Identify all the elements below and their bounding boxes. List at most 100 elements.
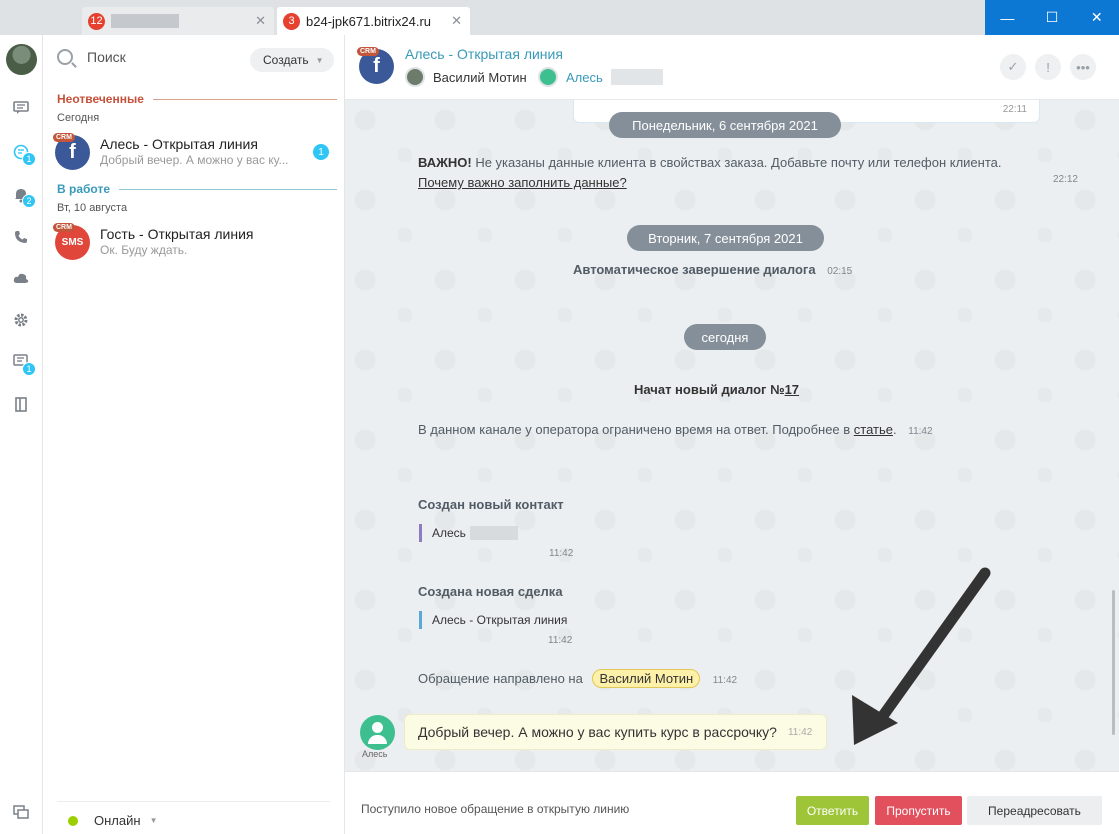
title-bar: 12 ✕ 3 b24-jpk671.bitrix24.ru ✕ — ☐ ✕ — [0, 0, 1119, 35]
client-user[interactable]: Алесь — [538, 66, 663, 88]
date-group-label: Сегодня — [57, 112, 100, 124]
cloud-disk-icon[interactable] — [12, 269, 30, 287]
list-item-name: Гость - Открытая линия — [100, 226, 254, 242]
auto-close-message: Автоматическое завершение диалога 02:15 — [573, 260, 852, 282]
message-time: 11:42 — [787, 726, 813, 738]
operator-mention[interactable]: Василий Мотин — [592, 669, 701, 688]
status-selector[interactable]: Онлайн ▼ — [57, 801, 330, 828]
answer-panel: Поступило новое обращение в открытую лин… — [345, 771, 1119, 834]
recent-list-panel: Поиск Создать ▼ Неотвеченные Сегодня f C… — [43, 35, 345, 834]
client-avatar — [538, 67, 558, 87]
search-input[interactable]: Поиск — [87, 49, 126, 65]
finish-dialog-icon[interactable]: ✓ — [1000, 54, 1026, 80]
phone-icon[interactable] — [12, 228, 30, 246]
close-icon[interactable]: ✕ — [1074, 0, 1119, 35]
date-separator: сегодня — [684, 324, 766, 350]
article-link[interactable]: статье — [854, 422, 893, 437]
date-separator: Понедельник, 6 сентября 2021 — [609, 112, 841, 138]
scrollbar[interactable] — [1112, 590, 1115, 735]
client-surname-redacted — [610, 69, 663, 85]
date-group-label: Вт, 10 августа — [57, 202, 128, 214]
window-controls: — ☐ ✕ — [985, 0, 1119, 35]
client-name: Алесь — [566, 69, 603, 85]
windows-icon[interactable] — [12, 803, 30, 821]
unread-badge: 1 — [313, 144, 329, 160]
chat-title[interactable]: Алесь - Открытая линия — [405, 46, 563, 62]
message-list[interactable]: 22:11 Понедельник, 6 сентября 2021 ВАЖНО… — [345, 100, 1119, 771]
list-item-guest[interactable]: SMS CRM Гость - Открытая линия Ок. Буду … — [53, 221, 337, 261]
message-time: 02:15 — [827, 266, 853, 277]
section-unanswered: Неотвеченные — [57, 92, 337, 106]
warning-message: ВАЖНО! Не указаны данные клиента в свойс… — [418, 153, 1078, 193]
tab-close-icon[interactable]: ✕ — [451, 13, 462, 29]
contact-surname-redacted — [469, 526, 518, 540]
new-dialog-message: Начат новый диалог №17 — [634, 380, 799, 400]
feed-badge: 1 — [22, 362, 36, 376]
message-time: 11:42 — [908, 426, 933, 437]
list-item-ales[interactable]: f CRM Алесь - Открытая линия Добрый вече… — [53, 131, 337, 171]
message-time: 11:42 — [548, 635, 573, 646]
maximize-icon[interactable]: ☐ — [1030, 0, 1075, 35]
redirect-button[interactable]: Переадресовать — [967, 796, 1102, 825]
crm-badge: CRM — [53, 223, 75, 232]
client-message-bubble: Добрый вечер. А можно у вас купить курс … — [404, 714, 827, 750]
tab-close-icon[interactable]: ✕ — [255, 13, 266, 29]
crm-badge: CRM — [357, 47, 379, 56]
operator-user[interactable]: Василий Мотин — [405, 66, 527, 88]
section-divider — [152, 98, 337, 100]
chat-icon[interactable] — [12, 99, 30, 117]
warning-text: Не указаны данные клиента в свойствах за… — [471, 155, 1002, 170]
facebook-avatar: f CRM — [53, 133, 90, 170]
list-item-name: Алесь - Открытая линия — [100, 136, 258, 152]
search-box[interactable]: Поиск — [57, 49, 126, 65]
facebook-avatar[interactable]: f CRM — [357, 47, 394, 84]
answer-button[interactable]: Ответить — [796, 796, 869, 825]
chat-header: f CRM Алесь - Открытая линия Василий Мот… — [345, 35, 1119, 100]
new-contact-quote[interactable]: Алесь — [419, 524, 518, 542]
new-request-note: Поступило новое обращение в открытую лин… — [361, 802, 630, 816]
gear-icon[interactable] — [12, 311, 30, 329]
tab-active[interactable]: 3 b24-jpk671.bitrix24.ru ✕ — [277, 7, 470, 35]
warning-bold: ВАЖНО! — [418, 155, 472, 170]
message-time: 11:42 — [712, 675, 738, 686]
warning-link[interactable]: Почему важно заполнить данные? — [418, 175, 627, 190]
user-avatar[interactable] — [6, 44, 37, 75]
routed-text: Обращение направлено на — [418, 671, 583, 686]
create-button[interactable]: Создать ▼ — [250, 48, 334, 72]
date-separator: Вторник, 7 сентября 2021 — [627, 225, 824, 251]
new-contact-title: Создан новый контакт — [418, 497, 564, 512]
search-icon — [57, 49, 73, 65]
info-icon[interactable]: ! — [1035, 54, 1061, 80]
create-button-label: Создать — [263, 53, 309, 67]
sms-avatar: SMS CRM — [53, 223, 90, 260]
list-item-last-message: Ок. Буду ждать. — [100, 243, 188, 257]
operator-avatar — [405, 67, 425, 87]
operator-name: Василий Мотин — [433, 69, 527, 85]
book-icon[interactable] — [12, 395, 30, 413]
minimize-icon[interactable]: — — [985, 0, 1030, 35]
client-message-author: Алесь — [362, 749, 388, 759]
notification-badge: 2 — [22, 194, 36, 208]
sms-icon: SMS — [61, 237, 84, 248]
client-message-text: Добрый вечер. А можно у вас купить курс … — [418, 724, 777, 740]
tab-count-badge: 12 — [88, 12, 105, 30]
new-deal-quote[interactable]: Алесь - Открытая линия — [419, 611, 567, 629]
new-contact-name: Алесь — [432, 526, 466, 540]
more-menu-icon[interactable]: ••• — [1070, 54, 1096, 80]
time-limit-dot: . — [893, 422, 897, 437]
online-status-icon — [68, 815, 78, 826]
tab-inactive[interactable]: 12 ✕ — [82, 7, 274, 35]
skip-button[interactable]: Пропустить — [875, 796, 962, 825]
section-unanswered-label: Неотвеченные — [57, 92, 144, 106]
list-item-last-message: Добрый вечер. А можно у вас ку... — [100, 153, 289, 167]
time-limit-message: В данном канале у оператора ограничено в… — [418, 420, 933, 442]
client-message-avatar[interactable] — [360, 715, 395, 750]
tab-title-redacted — [111, 14, 179, 28]
message-time: 22:12 — [1052, 174, 1078, 185]
section-divider — [119, 188, 337, 190]
dialog-number-link[interactable]: 17 — [785, 382, 799, 397]
new-dialog-text: Начат новый диалог № — [634, 382, 785, 397]
section-in-work-label: В работе — [57, 182, 110, 196]
chevron-down-icon: ▼ — [315, 55, 324, 65]
message-time: 11:42 — [549, 548, 574, 559]
